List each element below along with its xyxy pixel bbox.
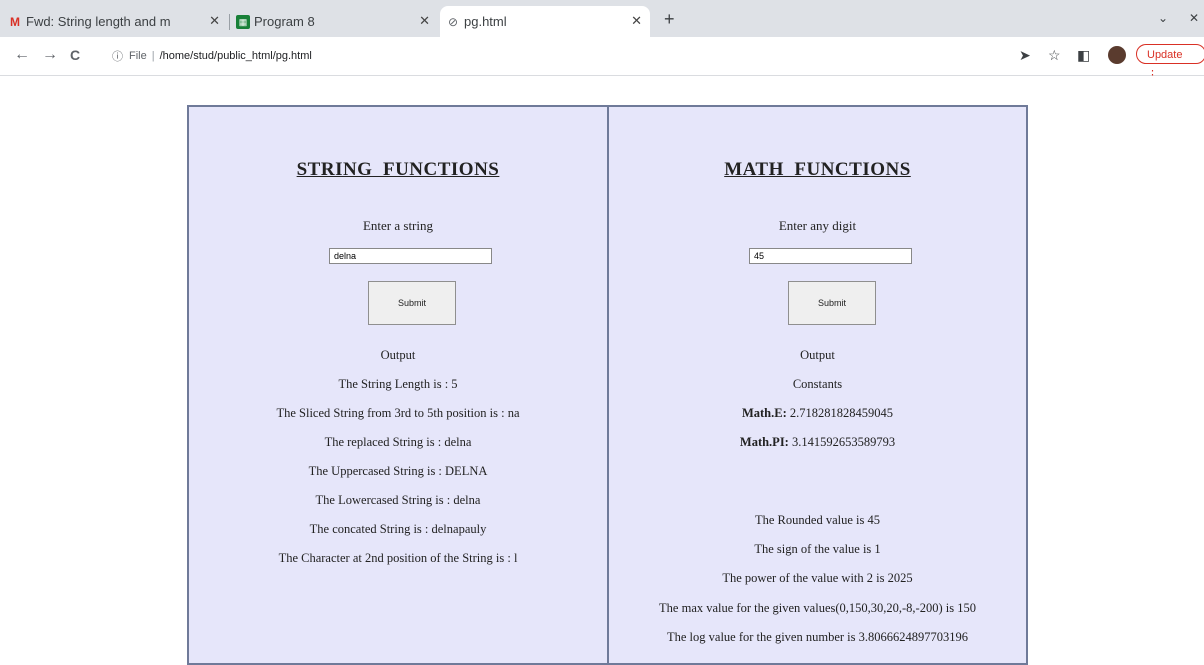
string-prompt-label: Enter a string [362,218,434,233]
close-icon[interactable]: ✕ [631,13,642,29]
tab-label: pg.html [464,14,507,29]
string-charat-result: The Character at 2nd position of the Str… [278,551,518,565]
rounded-result: The Rounded value is 45 [755,513,880,527]
back-icon[interactable]: ← [14,46,30,64]
close-icon[interactable]: ✕ [209,13,220,29]
string-lowercase-result: The Lowercased String is : delna [315,493,481,507]
send-icon[interactable]: ➤ [1019,47,1031,64]
address-divider: | [151,50,155,62]
math-pi-line: Math.PI: 3.141592653589793 [609,435,1026,450]
log-result: The log value for the given number is 3.… [667,630,968,644]
math-prompt-label: Enter any digit [778,218,857,233]
address-scheme: File [129,50,147,62]
address-path: /home/stud/public_html/pg.html [159,50,312,62]
string-functions-title: STRING FUNCTIONS [296,159,500,180]
math-submit-button[interactable]: Submit [788,281,876,325]
browser-toolbar: ← → C ⓘ File | /home/stud/public_html/pg… [0,37,1204,81]
tab-program-8[interactable]: ▦ Program 8 ✕ [230,6,438,37]
update-label: Update [1147,49,1183,61]
string-functions-panel: STRING FUNCTIONS Enter a string Submit O… [187,105,609,665]
avatar[interactable] [1108,46,1126,64]
info-icon[interactable]: ⓘ [112,48,123,64]
forward-icon[interactable]: → [42,46,58,64]
power-result: The power of the value with 2 is 2025 [722,571,913,585]
math-pi-label: Math.PI: [739,435,789,449]
sidepanel-icon[interactable]: ◧ [1077,47,1090,64]
tab-gmail[interactable]: M Fwd: String length and m ✕ [2,6,228,37]
chevron-down-icon[interactable]: ⌄ [1158,11,1168,25]
constants-label: Constants [792,377,843,391]
string-concat-result: The concated String is : delnapauly [309,522,487,536]
math-e-value: 2.718281828459045 [789,406,894,420]
globe-icon: ⊘ [447,15,459,29]
string-length-result: The String Length is : 5 [338,377,458,391]
math-functions-title: MATH FUNCTIONS [724,159,911,180]
string-uppercase-result: The Uppercased String is : DELNA [308,464,488,478]
page-content: STRING FUNCTIONS Enter a string Submit O… [0,76,1204,665]
new-tab-button[interactable]: + [664,9,675,30]
string-slice-result: The Sliced String from 3rd to 5th positi… [276,406,520,420]
string-input[interactable] [329,248,492,264]
close-window-icon[interactable]: ✕ [1189,11,1199,25]
tab-strip: M Fwd: String length and m ✕ ▦ Program 8… [0,0,1204,37]
string-replace-result: The replaced String is : delna [324,435,472,449]
update-button[interactable]: Update ⋮ [1136,44,1204,81]
tab-label: Fwd: String length and m [26,14,171,29]
math-e-label: Math.E: [741,406,787,420]
reload-icon[interactable]: C [70,47,80,63]
sheets-icon: ▦ [236,15,250,29]
math-functions-panel: MATH FUNCTIONS Enter any digit Submit Ou… [607,105,1028,665]
digit-input[interactable] [749,248,912,264]
math-e-line: Math.E: 2.718281828459045 [609,406,1026,421]
address-bar[interactable]: ⓘ File | /home/stud/public_html/pg.html [112,45,312,67]
gmail-icon: M [10,15,20,29]
close-icon[interactable]: ✕ [419,13,430,29]
math-pi-value: 3.141592653589793 [791,435,896,449]
math-output-label: Output [800,348,835,362]
tab-pg-html[interactable]: ⊘ pg.html ✕ [440,6,650,37]
star-icon[interactable]: ☆ [1048,47,1061,64]
string-output-label: Output [380,348,416,362]
sign-result: The sign of the value is 1 [754,542,881,556]
string-submit-button[interactable]: Submit [368,281,456,325]
tab-label: Program 8 [254,14,315,29]
max-result: The max value for the given values(0,150… [659,601,976,615]
